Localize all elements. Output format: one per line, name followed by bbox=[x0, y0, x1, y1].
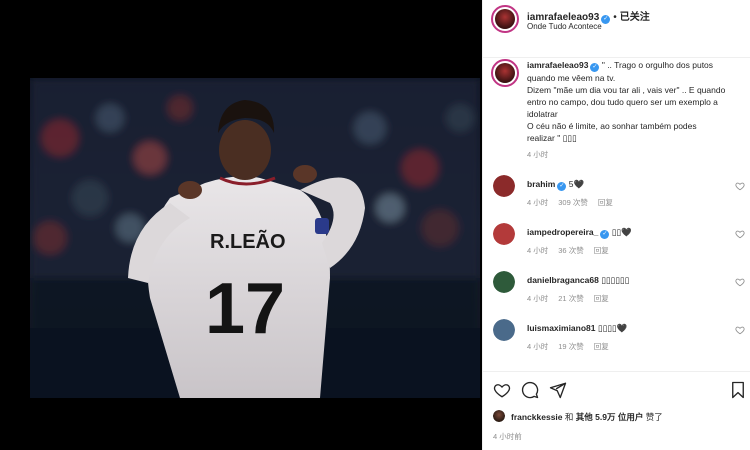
verified-badge-icon: ✓ bbox=[590, 63, 600, 72]
comment-meta: 4 小时 309 次赞 回复 bbox=[527, 197, 623, 208]
caption-line: entro no campo, dou tudo quero ser um ex… bbox=[527, 97, 718, 107]
caption-text: iamrafaeleao93 ✓ " .. Trago o orgulho dos… bbox=[527, 59, 747, 144]
post-sidebar: iamrafaeleao93 ✓ • 已关注 Onde Tudo Acontece i… bbox=[482, 0, 750, 450]
jersey-number: 17 bbox=[205, 269, 285, 349]
comment-likes[interactable]: 36 次赞 bbox=[558, 246, 583, 255]
comment-item: iampedropereira_ ✓ ▯▯🖤 4 小时 36 次赞 回复 bbox=[491, 223, 747, 269]
comment-likes[interactable]: 21 次赞 bbox=[558, 294, 583, 303]
comment-likes[interactable]: 309 次赞 bbox=[558, 198, 588, 207]
caption-avatar[interactable] bbox=[491, 59, 519, 87]
comment-item: brahim ✓ 5🖤 4 小时 309 次赞 回复 bbox=[491, 175, 747, 221]
post-photo[interactable]: R.LEÃO 17 bbox=[30, 78, 480, 398]
share-icon[interactable] bbox=[549, 381, 567, 399]
comment-time[interactable]: 4 小时 bbox=[527, 246, 548, 255]
reply-button[interactable]: 回复 bbox=[598, 198, 613, 207]
comment-meta: 4 小时 21 次赞 回复 bbox=[527, 293, 619, 304]
author-avatar[interactable] bbox=[491, 5, 519, 33]
verified-badge-icon: ✓ bbox=[601, 15, 611, 24]
comment-text: ▯▯🖤 bbox=[611, 227, 632, 237]
caption-line: O céu não é limite, ao sonhar também pod… bbox=[527, 121, 697, 131]
small-heart-icon[interactable] bbox=[735, 325, 745, 335]
comments-list[interactable]: iamrafaeleao93 ✓ " .. Trago o orgulho dos… bbox=[483, 59, 750, 371]
post-header: iamrafaeleao93 ✓ • 已关注 Onde Tudo Acontece bbox=[483, 0, 750, 58]
action-bar bbox=[483, 371, 750, 407]
likes-text: franckkessie 和 其他 5.9万 位用户 赞了 bbox=[511, 411, 663, 423]
comment-body: brahim ✓ 5🖤 bbox=[527, 179, 584, 191]
avatar-fill bbox=[493, 175, 515, 197]
comment-text: ▯▯▯▯🖤 bbox=[597, 323, 628, 333]
commenter-username[interactable]: brahim bbox=[527, 179, 555, 189]
post-location[interactable]: Onde Tudo Acontece bbox=[527, 22, 602, 31]
commenter-avatar[interactable] bbox=[493, 175, 515, 197]
comment-item: luismaximiano81 ▯▯▯▯🖤 4 小时 19 次赞 回复 bbox=[491, 319, 747, 365]
small-heart-icon[interactable] bbox=[735, 277, 745, 287]
separator-dot: • bbox=[613, 12, 617, 23]
commenter-avatar[interactable] bbox=[493, 319, 515, 341]
instagram-post: R.LEÃO 17 iamrafaeleao93 ✓ • 已关注 Onde Tudo … bbox=[0, 0, 750, 450]
jersey-name: R.LEÃO bbox=[210, 230, 286, 253]
reply-button[interactable]: 回复 bbox=[594, 294, 609, 303]
comment-time[interactable]: 4 小时 bbox=[527, 342, 548, 351]
comment-time[interactable]: 4 小时 bbox=[527, 294, 548, 303]
comment-time[interactable]: 4 小时 bbox=[527, 198, 548, 207]
reply-button[interactable]: 回复 bbox=[594, 246, 609, 255]
liker-username[interactable]: franckkessie bbox=[511, 412, 563, 422]
caption-line: realizar " ▯▯▯ bbox=[527, 133, 577, 143]
player-illustration: R.LEÃO 17 bbox=[30, 78, 480, 398]
verified-badge-icon: ✓ bbox=[600, 230, 610, 239]
comment-meta: 4 小时 19 次赞 回复 bbox=[527, 341, 619, 352]
comment-item: danielbraganca68 ▯▯▯▯▯▯ 4 小时 21 次赞 回复 bbox=[491, 271, 747, 317]
commenter-username[interactable]: iampedropereira_ bbox=[527, 227, 598, 237]
caption-line: idolatrar bbox=[527, 109, 558, 119]
comment-body: iampedropereira_ ✓ ▯▯🖤 bbox=[527, 227, 632, 239]
comment-text: ▯▯▯▯▯▯ bbox=[601, 275, 630, 285]
commenter-avatar[interactable] bbox=[493, 223, 515, 245]
comment-meta: 4 小时 36 次赞 回复 bbox=[527, 245, 619, 256]
commenter-avatar[interactable] bbox=[493, 271, 515, 293]
other-likers-link[interactable]: 其他 5.9万 位用户 bbox=[576, 412, 644, 422]
heart-icon[interactable] bbox=[493, 381, 511, 399]
small-heart-icon[interactable] bbox=[735, 181, 745, 191]
comment-text: 5🖤 bbox=[568, 179, 585, 189]
verified-badge-icon: ✓ bbox=[557, 182, 567, 191]
likes-and: 和 bbox=[564, 412, 574, 422]
commenter-username[interactable]: danielbraganca68 bbox=[527, 275, 599, 285]
comment-icon[interactable] bbox=[521, 381, 539, 399]
small-heart-icon[interactable] bbox=[735, 229, 745, 239]
caption-line: quando me vêem na tv. bbox=[527, 73, 616, 83]
commenter-username[interactable]: luismaximiano81 bbox=[527, 323, 596, 333]
caption-time[interactable]: 4 小时 bbox=[527, 149, 548, 160]
follow-button[interactable]: 已关注 bbox=[620, 12, 650, 23]
comment-body: luismaximiano81 ▯▯▯▯🖤 bbox=[527, 323, 627, 334]
likes-suffix: 赞了 bbox=[645, 412, 663, 422]
post-media: R.LEÃO 17 bbox=[0, 0, 482, 450]
post-timestamp[interactable]: 4 小时前 bbox=[493, 431, 522, 442]
caption-line: " .. Trago o orgulho dos putos bbox=[601, 60, 714, 70]
comment-likes[interactable]: 19 次赞 bbox=[558, 342, 583, 351]
reply-button[interactable]: 回复 bbox=[594, 342, 609, 351]
comment-body: danielbraganca68 ▯▯▯▯▯▯ bbox=[527, 275, 629, 286]
caption-username[interactable]: iamrafaeleao93 bbox=[527, 60, 588, 70]
caption-line: Dizem "mãe um dia vou tar ali , vais ver… bbox=[527, 85, 726, 95]
bookmark-icon[interactable] bbox=[729, 381, 747, 399]
liker-avatar[interactable] bbox=[493, 410, 505, 422]
